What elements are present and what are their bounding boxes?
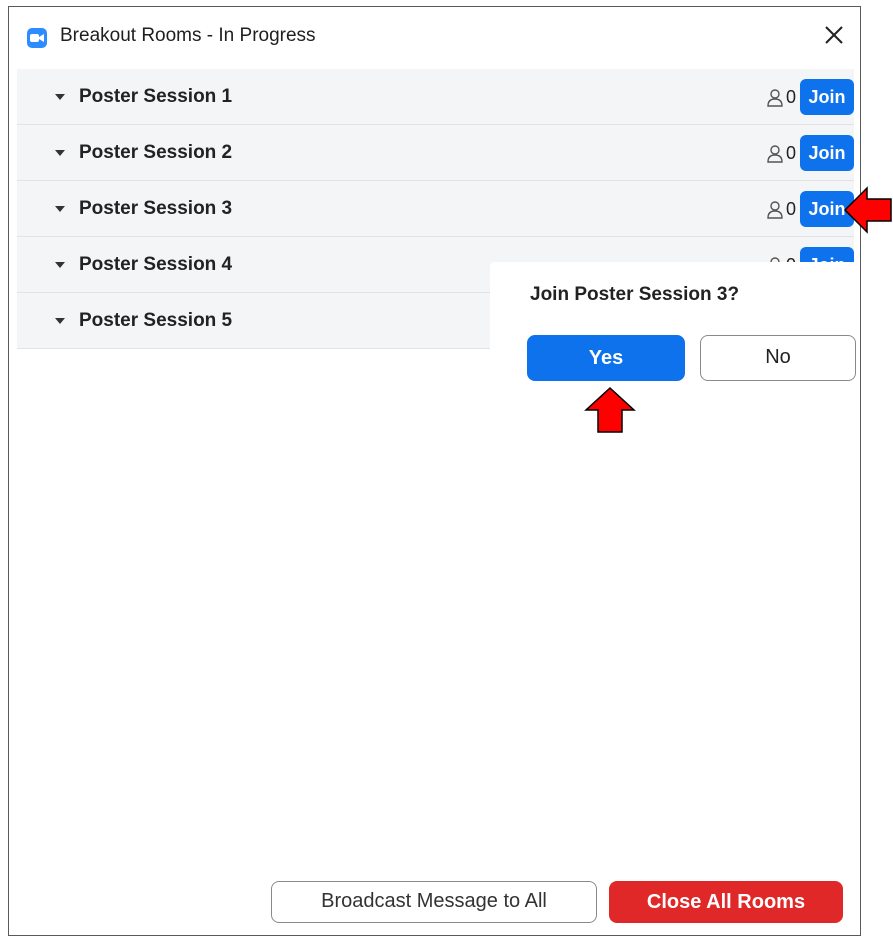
participant-count-value: 0 [785,143,796,163]
zoom-camera-icon [27,28,47,48]
room-row-3[interactable]: Poster Session 3 0 Join [17,181,854,237]
chevron-down-icon[interactable] [55,206,65,212]
participant-count: 0 [766,143,796,164]
arrow-up-icon [584,386,636,433]
popup-title: Join Poster Session 3? [530,284,740,305]
join-button[interactable]: Join [800,135,854,171]
close-icon[interactable] [822,23,846,47]
participant-count: 0 [766,87,796,108]
chevron-down-icon[interactable] [55,94,65,100]
participant-count-value: 0 [785,87,796,107]
room-name: Poster Session 2 [79,142,233,163]
room-name: Poster Session 3 [79,198,233,219]
no-button[interactable]: No [700,335,856,381]
participant-count: 0 [766,199,796,220]
room-row-2[interactable]: Poster Session 2 0 Join [17,125,854,181]
chevron-down-icon[interactable] [55,318,65,324]
chevron-down-icon[interactable] [55,150,65,156]
window-title: Breakout Rooms - In Progress [60,25,316,46]
close-all-rooms-button[interactable]: Close All Rooms [609,881,843,923]
room-row-1[interactable]: Poster Session 1 0 Join [17,69,854,125]
yes-button[interactable]: Yes [527,335,685,381]
chevron-down-icon[interactable] [55,262,65,268]
person-icon [767,88,783,107]
join-confirm-popup: Join Poster Session 3? Yes No [490,262,860,402]
breakout-rooms-window: Breakout Rooms - In Progress Poster Sess… [8,6,861,936]
room-name: Poster Session 1 [79,86,233,107]
room-name: Poster Session 4 [79,254,233,275]
join-button[interactable]: Join [800,79,854,115]
person-icon [767,144,783,163]
room-name: Poster Session 5 [79,310,233,331]
broadcast-message-button[interactable]: Broadcast Message to All [271,881,597,923]
title-bar: Breakout Rooms - In Progress [9,7,860,69]
arrow-left-icon [843,186,892,234]
participant-count-value: 0 [785,199,796,219]
person-icon [767,200,783,219]
